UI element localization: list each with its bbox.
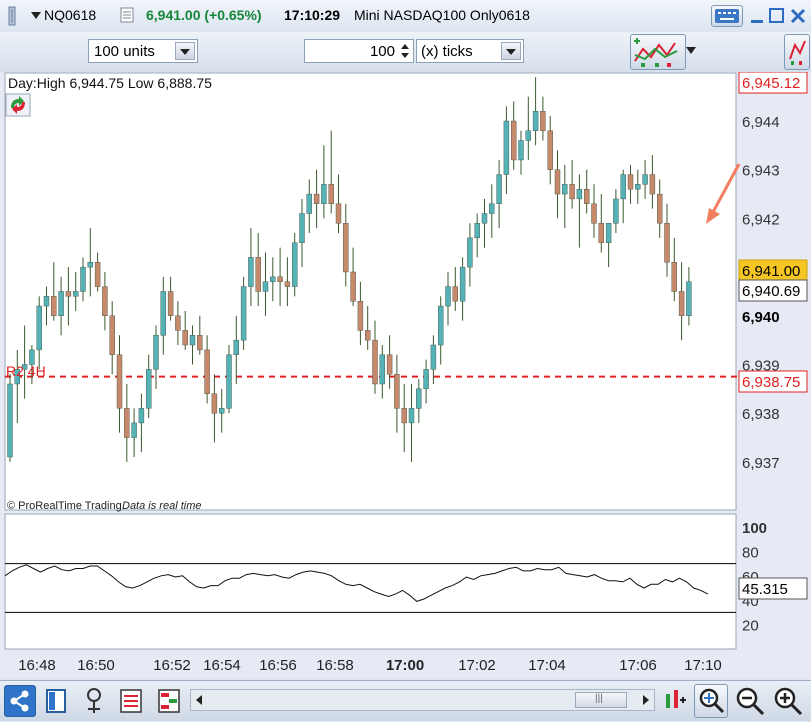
last-price-label: 6,941.00 [738, 259, 808, 282]
symbol-dropdown-icon[interactable] [30, 11, 42, 21]
day-high-price-label: 6,945.12 [738, 71, 808, 94]
day-high-low-info: Day:High 6,944.75 Low 6,888.75 [8, 75, 212, 91]
panel-toggle-button[interactable] [784, 34, 810, 70]
close-icon[interactable] [789, 7, 807, 25]
units-select[interactable]: 100 units [88, 39, 198, 63]
candle [240, 276, 247, 350]
ticks-unit-select[interactable]: (x) ticks [416, 39, 524, 63]
stepper-arrows-icon[interactable] [398, 41, 412, 61]
scroll-thumb-grip: ||| [595, 693, 603, 704]
ticks-value: 100 [369, 43, 395, 60]
price-panel [4, 72, 737, 511]
maximize-icon[interactable] [768, 7, 786, 25]
time-tick-label: 17:00 [386, 657, 424, 674]
indicators-button[interactable] [630, 34, 686, 70]
time-tick-label: 16:56 [259, 657, 297, 674]
pivot-label: R2 4H [6, 363, 46, 379]
zoom-in-icon[interactable] [772, 685, 804, 717]
ticks-unit: (x) ticks [421, 43, 473, 60]
oscillator-value-label: 45.315 [738, 577, 808, 600]
time-tick-label: 17:06 [619, 657, 657, 674]
zoom-out-icon[interactable] [734, 685, 766, 717]
keyboard-button[interactable] [711, 5, 743, 27]
scroll-thumb[interactable]: ||| [575, 692, 627, 708]
oscillator-tick-label: 20 [742, 618, 759, 635]
pivot-price-label: 6,938.75 [738, 370, 808, 393]
share-icon [10, 690, 29, 712]
instrument-name: Mini NASDAQ100 Only0618 [354, 7, 530, 23]
price-tick-label: 6,940 [742, 309, 780, 326]
chart-area[interactable]: 6,9446,9436,9426,9416,9406,9396,9386,937… [0, 65, 811, 678]
share-button[interactable] [4, 685, 36, 717]
time-tick-label: 16:48 [18, 657, 56, 674]
svg-text:6,941.00: 6,941.00 [742, 263, 800, 280]
svg-text:6,938.75: 6,938.75 [742, 374, 800, 391]
time-tick-label: 16:54 [203, 657, 241, 674]
symbol-label[interactable]: NQ0618 [44, 7, 96, 23]
zoom-fit-icon [699, 688, 725, 714]
scroll-left-icon[interactable] [193, 693, 205, 707]
oscillator-tick-label: 100 [742, 520, 767, 537]
time-tick-label: 17:04 [528, 657, 566, 674]
realtime-note: Data is real time [122, 500, 201, 512]
time-tick-label: 16:50 [77, 657, 115, 674]
title-bar: NQ0618 6,941.00 (+0.65%) 17:10:29 Mini N… [0, 0, 811, 33]
price-tick-label: 6,942 [742, 211, 780, 228]
minimize-icon[interactable] [748, 7, 766, 25]
ticks-stepper[interactable]: 100 [304, 39, 414, 63]
chart-toolbar: 100 units 100 (x) ticks [0, 32, 811, 73]
layout-icon[interactable] [44, 687, 70, 715]
scroll-right-icon[interactable] [640, 693, 652, 707]
time-tick-label: 17:02 [458, 657, 496, 674]
drag-handle-icon[interactable] [4, 6, 20, 26]
time-tick-label: 16:52 [153, 657, 191, 674]
time-tick-label: 17:10 [684, 657, 722, 674]
svg-text:45.315: 45.315 [742, 581, 788, 598]
chevron-down-icon[interactable] [175, 42, 195, 60]
price-tick-label: 6,938 [742, 406, 780, 423]
chevron-down-icon[interactable] [501, 42, 521, 60]
price-tick-label: 6,937 [742, 455, 780, 472]
units-value: 100 units [94, 43, 155, 60]
candle [7, 374, 13, 462]
svg-text:6,940.69: 6,940.69 [742, 283, 800, 300]
oscillator-panel [4, 513, 737, 650]
price-chart[interactable]: 6,9446,9436,9426,9416,9406,9396,9386,937… [0, 65, 811, 678]
price-tick-label: 6,943 [742, 163, 780, 180]
cursor-tool-icon[interactable] [82, 685, 110, 717]
drawing-list-icon[interactable] [118, 687, 144, 715]
auto-scroll-icon[interactable] [662, 686, 688, 716]
price-change: 6,941.00 (+0.65%) [146, 7, 262, 23]
oscillator-tick-label: 80 [742, 544, 759, 561]
horizontal-scrollbar[interactable]: ||| [190, 689, 655, 711]
candle [226, 345, 232, 414]
current-price-label: 6,940.69 [738, 279, 808, 302]
price-tick-label: 6,944 [742, 114, 780, 131]
keyboard-icon [715, 9, 739, 23]
bottom-toolbar: ||| [0, 680, 811, 721]
chart-settings-icon [789, 40, 806, 65]
svg-text:6,945.12: 6,945.12 [742, 75, 800, 92]
indicators-dropdown-icon[interactable] [685, 46, 697, 56]
document-icon[interactable] [120, 7, 134, 23]
indicators-icon [634, 38, 678, 67]
refresh-button[interactable] [5, 93, 31, 117]
order-book-icon[interactable] [156, 687, 182, 715]
time-tick-label: 16:58 [316, 657, 354, 674]
zoom-fit-button[interactable] [694, 684, 728, 718]
credit-text: © ProRealTime Trading [7, 500, 122, 512]
last-update-time: 17:10:29 [284, 7, 341, 23]
